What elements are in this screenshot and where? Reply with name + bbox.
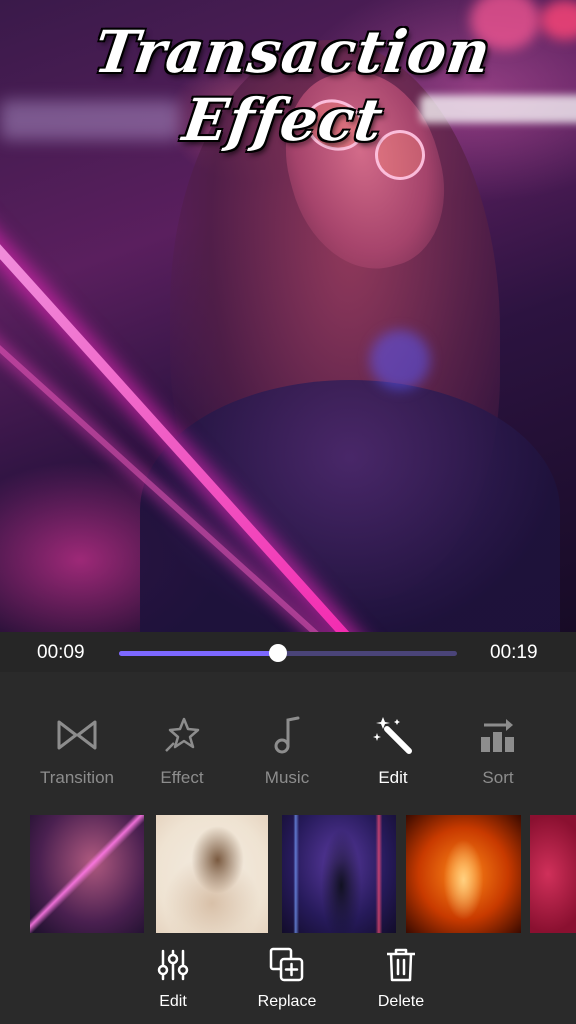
tool-sort[interactable]: Sort	[443, 710, 553, 788]
clip-thumbnail[interactable]	[156, 815, 268, 933]
tool-label: Edit	[378, 768, 408, 787]
video-preview[interactable]: Transaction Effect	[0, 0, 576, 632]
replace-clip-button[interactable]: Replace	[232, 945, 342, 1011]
clip-actions: Edit Replace Delete	[0, 945, 576, 1020]
music-note-icon	[232, 710, 342, 760]
action-label: Replace	[257, 993, 317, 1010]
seek-track[interactable]	[119, 644, 457, 662]
seek-progress	[119, 651, 278, 656]
transition-icon	[22, 710, 132, 760]
tool-label: Transition	[39, 768, 114, 787]
sort-icon	[443, 710, 553, 760]
tool-transition[interactable]: Transition	[22, 710, 132, 788]
tool-bar: Transition Effect Music Edit Sort	[0, 710, 576, 800]
clip-thumbnail[interactable]	[282, 815, 396, 933]
tool-music[interactable]: Music	[232, 710, 342, 788]
replace-icon	[232, 945, 342, 985]
clip-strip[interactable]	[0, 815, 576, 935]
magic-wand-icon	[338, 710, 448, 760]
preview-title: Transaction Effect	[90, 18, 496, 154]
tool-edit[interactable]: Edit	[338, 710, 448, 788]
action-label: Edit	[159, 993, 187, 1010]
preview-body	[140, 380, 560, 632]
tool-label: Effect	[160, 768, 204, 787]
seek-handle[interactable]	[268, 644, 287, 662]
action-label: Delete	[377, 993, 425, 1010]
clip-thumbnail[interactable]	[530, 815, 576, 933]
clip-thumbnail[interactable]	[30, 815, 144, 933]
clip-thumbnail[interactable]	[406, 815, 521, 933]
delete-clip-button[interactable]: Delete	[346, 945, 456, 1011]
bokeh-light	[370, 330, 430, 390]
tool-effect[interactable]: Effect	[127, 710, 237, 788]
trash-icon	[346, 945, 456, 985]
tool-label: Music	[264, 768, 310, 787]
edit-clip-button[interactable]: Edit	[118, 945, 228, 1011]
current-time: 00:09	[37, 642, 85, 663]
effect-star-icon	[127, 710, 237, 760]
tool-label: Sort	[482, 768, 514, 787]
sliders-icon	[118, 945, 228, 985]
timeline-bar: 00:09 00:19	[0, 632, 576, 672]
total-time: 00:19	[490, 642, 538, 663]
